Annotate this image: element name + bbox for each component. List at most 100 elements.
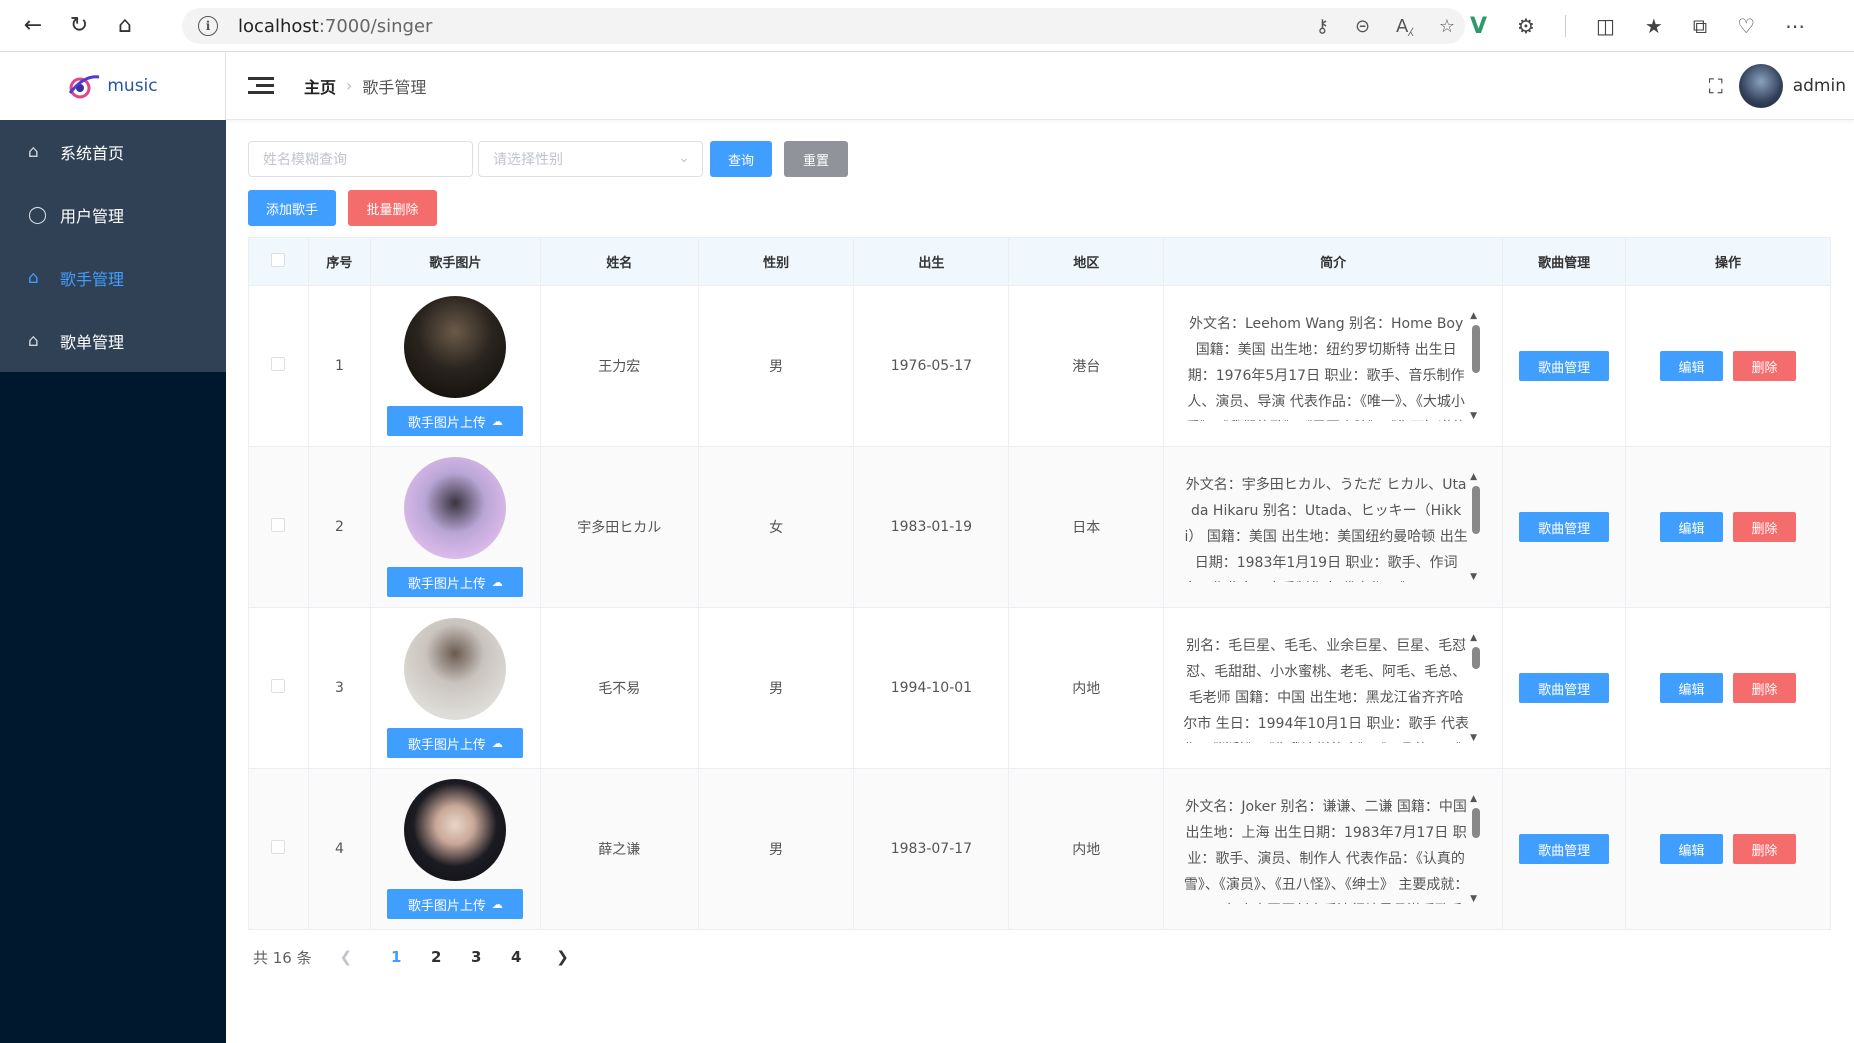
chevron-right-icon: ›	[346, 76, 353, 95]
edit-button[interactable]: 编辑	[1660, 834, 1724, 864]
page-2[interactable]: 2	[416, 948, 456, 966]
upload-photo-button[interactable]: 歌手图片上传 ☁	[387, 567, 524, 597]
key-icon[interactable]: ⚷	[1316, 16, 1329, 37]
sidebar-item-users[interactable]: ◯ 用户管理	[0, 183, 226, 246]
extensions-icon[interactable]: ⚙	[1517, 14, 1535, 38]
fullscreen-icon[interactable]: ⛶	[1709, 74, 1723, 98]
row-checkbox[interactable]	[271, 357, 286, 371]
page-3[interactable]: 3	[456, 948, 496, 966]
next-page-icon[interactable]: ❯	[556, 948, 569, 966]
page-4[interactable]: 4	[496, 948, 536, 966]
table-row: 4 歌手图片上传 ☁ 薛之谦 男 1983-07-17 内地 外文名：Joker …	[248, 768, 1831, 930]
row-checkbox[interactable]	[271, 518, 286, 532]
upload-label: 歌手图片上传	[407, 576, 486, 592]
column-header: 简介	[1163, 237, 1504, 286]
scrollbar[interactable]: ▲ ▼	[1469, 472, 1483, 582]
edit-button[interactable]: 编辑	[1660, 512, 1724, 542]
scroll-up-icon[interactable]: ▲	[1470, 311, 1477, 321]
song-manage-button[interactable]: 歌曲管理	[1519, 673, 1610, 703]
query-button[interactable]: 查询	[710, 141, 772, 177]
delete-button[interactable]: 删除	[1733, 351, 1797, 381]
intro-scroll-box[interactable]: 外文名：宇多田ヒカル、うただ ヒカル、Utada Hikaru 别名：Utada…	[1183, 472, 1483, 582]
intro-text: 外文名：宇多田ヒカル、うただ ヒカル、Utada Hikaru 别名：Utada…	[1183, 477, 1469, 582]
scroll-down-icon[interactable]: ▼	[1470, 572, 1477, 582]
home-browser-icon[interactable]: ⌂	[102, 0, 148, 52]
scroll-down-icon[interactable]: ▼	[1470, 894, 1477, 904]
favorites-icon[interactable]: ★	[1645, 14, 1663, 38]
delete-button[interactable]: 删除	[1733, 834, 1797, 864]
collapse-menu-icon[interactable]	[248, 77, 274, 94]
sidebar-item-singers[interactable]: ⌂ 歌手管理	[0, 246, 226, 309]
gender-cell: 男	[698, 607, 855, 769]
zoom-out-icon[interactable]: ⊝	[1355, 16, 1370, 37]
reset-button[interactable]: 重置	[784, 141, 848, 177]
intro-cell: 别名：毛巨星、毛毛、业余巨星、巨星、毛怼怼、毛甜甜、小水蜜桃、老毛、阿毛、毛总、…	[1163, 607, 1504, 769]
refresh-icon[interactable]: ↻	[56, 0, 102, 52]
sidebar-item-playlists[interactable]: ⌂ 歌单管理	[0, 309, 226, 372]
gender-cell: 女	[698, 446, 855, 608]
upload-photo-button[interactable]: 歌手图片上传 ☁	[387, 728, 524, 758]
select-all-checkbox[interactable]	[271, 252, 286, 267]
delete-button[interactable]: 删除	[1733, 673, 1797, 703]
info-icon[interactable]: i	[198, 16, 218, 36]
page-1[interactable]: 1	[376, 948, 416, 966]
intro-cell: 外文名：Leehom Wang 别名：Home Boy 国籍：美国 出生地：纽约…	[1163, 285, 1504, 447]
scroll-thumb[interactable]	[1472, 486, 1481, 534]
scroll-down-icon[interactable]: ▼	[1470, 733, 1477, 743]
edit-button[interactable]: 编辑	[1660, 351, 1724, 381]
breadcrumb: 主页 › 歌手管理	[304, 74, 426, 98]
sidebar-item-home[interactable]: ⌂ 系统首页	[0, 120, 226, 183]
scrollbar[interactable]: ▲ ▼	[1469, 794, 1483, 904]
photo-cell: 歌手图片上传 ☁	[370, 285, 541, 447]
health-icon[interactable]: ♡	[1737, 14, 1755, 38]
edit-button[interactable]: 编辑	[1660, 673, 1724, 703]
scrollbar[interactable]: ▲ ▼	[1469, 311, 1483, 421]
index-cell: 4	[308, 768, 371, 930]
scroll-thumb[interactable]	[1472, 647, 1481, 669]
breadcrumb-home[interactable]: 主页	[304, 74, 336, 98]
upload-label: 歌手图片上传	[407, 415, 486, 431]
prev-page-icon[interactable]: ❮	[340, 948, 353, 966]
vue-devtools-icon[interactable]: V	[1470, 14, 1487, 39]
scroll-thumb[interactable]	[1472, 808, 1481, 838]
row-checkbox[interactable]	[271, 679, 286, 693]
batch-delete-button[interactable]: 批量删除	[348, 190, 437, 226]
singer-table: 序号 歌手图片 姓名 性别 出生 地区 简介 歌曲管理 操作 1 歌手图片上传 ☁	[248, 237, 1831, 930]
operation-cell: 编辑 删除	[1625, 446, 1831, 608]
scrollbar[interactable]: ▲ ▼	[1469, 633, 1483, 743]
row-select-cell	[248, 768, 309, 930]
intro-scroll-box[interactable]: 别名：毛巨星、毛毛、业余巨星、巨星、毛怼怼、毛甜甜、小水蜜桃、老毛、阿毛、毛总、…	[1183, 633, 1483, 743]
back-icon[interactable]: ←	[10, 0, 56, 52]
address-bar[interactable]: i localhost:7000/singer ⚷ ⊝ A⁁ ☆	[182, 8, 1465, 44]
delete-button[interactable]: 删除	[1733, 512, 1797, 542]
url-text: localhost:7000/singer	[238, 15, 433, 37]
more-icon[interactable]: ⋯	[1785, 14, 1805, 38]
upload-photo-button[interactable]: 歌手图片上传 ☁	[387, 889, 524, 919]
username[interactable]: admin	[1793, 76, 1846, 96]
song-manage-button[interactable]: 歌曲管理	[1519, 834, 1610, 864]
intro-scroll-box[interactable]: 外文名：Leehom Wang 别名：Home Boy 国籍：美国 出生地：纽约…	[1183, 311, 1483, 421]
scroll-up-icon[interactable]: ▲	[1470, 472, 1477, 482]
collections-icon[interactable]: ⧉	[1693, 14, 1707, 38]
scroll-thumb[interactable]	[1472, 325, 1481, 373]
scroll-up-icon[interactable]: ▲	[1470, 633, 1477, 643]
column-header: 操作	[1625, 237, 1831, 286]
avatar[interactable]	[1738, 64, 1783, 108]
song-manage-button[interactable]: 歌曲管理	[1519, 512, 1610, 542]
upload-label: 歌手图片上传	[407, 737, 486, 753]
row-select-cell	[248, 285, 309, 447]
song-manage-button[interactable]: 歌曲管理	[1519, 351, 1610, 381]
add-singer-button[interactable]: 添加歌手	[248, 190, 336, 226]
favorite-star-icon[interactable]: ☆	[1439, 16, 1455, 37]
singer-photo	[404, 457, 507, 559]
read-aloud-icon[interactable]: A⁁	[1396, 16, 1413, 37]
scroll-down-icon[interactable]: ▼	[1470, 411, 1477, 421]
upload-photo-button[interactable]: 歌手图片上传 ☁	[387, 406, 524, 436]
scroll-up-icon[interactable]: ▲	[1470, 794, 1477, 804]
gender-cell: 男	[698, 285, 855, 447]
intro-scroll-box[interactable]: 外文名：Joker 别名：谦谦、二谦 国籍：中国 出生地：上海 出生日期：198…	[1183, 794, 1483, 904]
row-checkbox[interactable]	[271, 840, 286, 854]
split-screen-icon[interactable]: ◫	[1596, 14, 1615, 38]
gender-select[interactable]: 请选择性别 ⌄	[478, 141, 703, 177]
name-search-input[interactable]: 姓名模糊查询	[248, 141, 473, 177]
